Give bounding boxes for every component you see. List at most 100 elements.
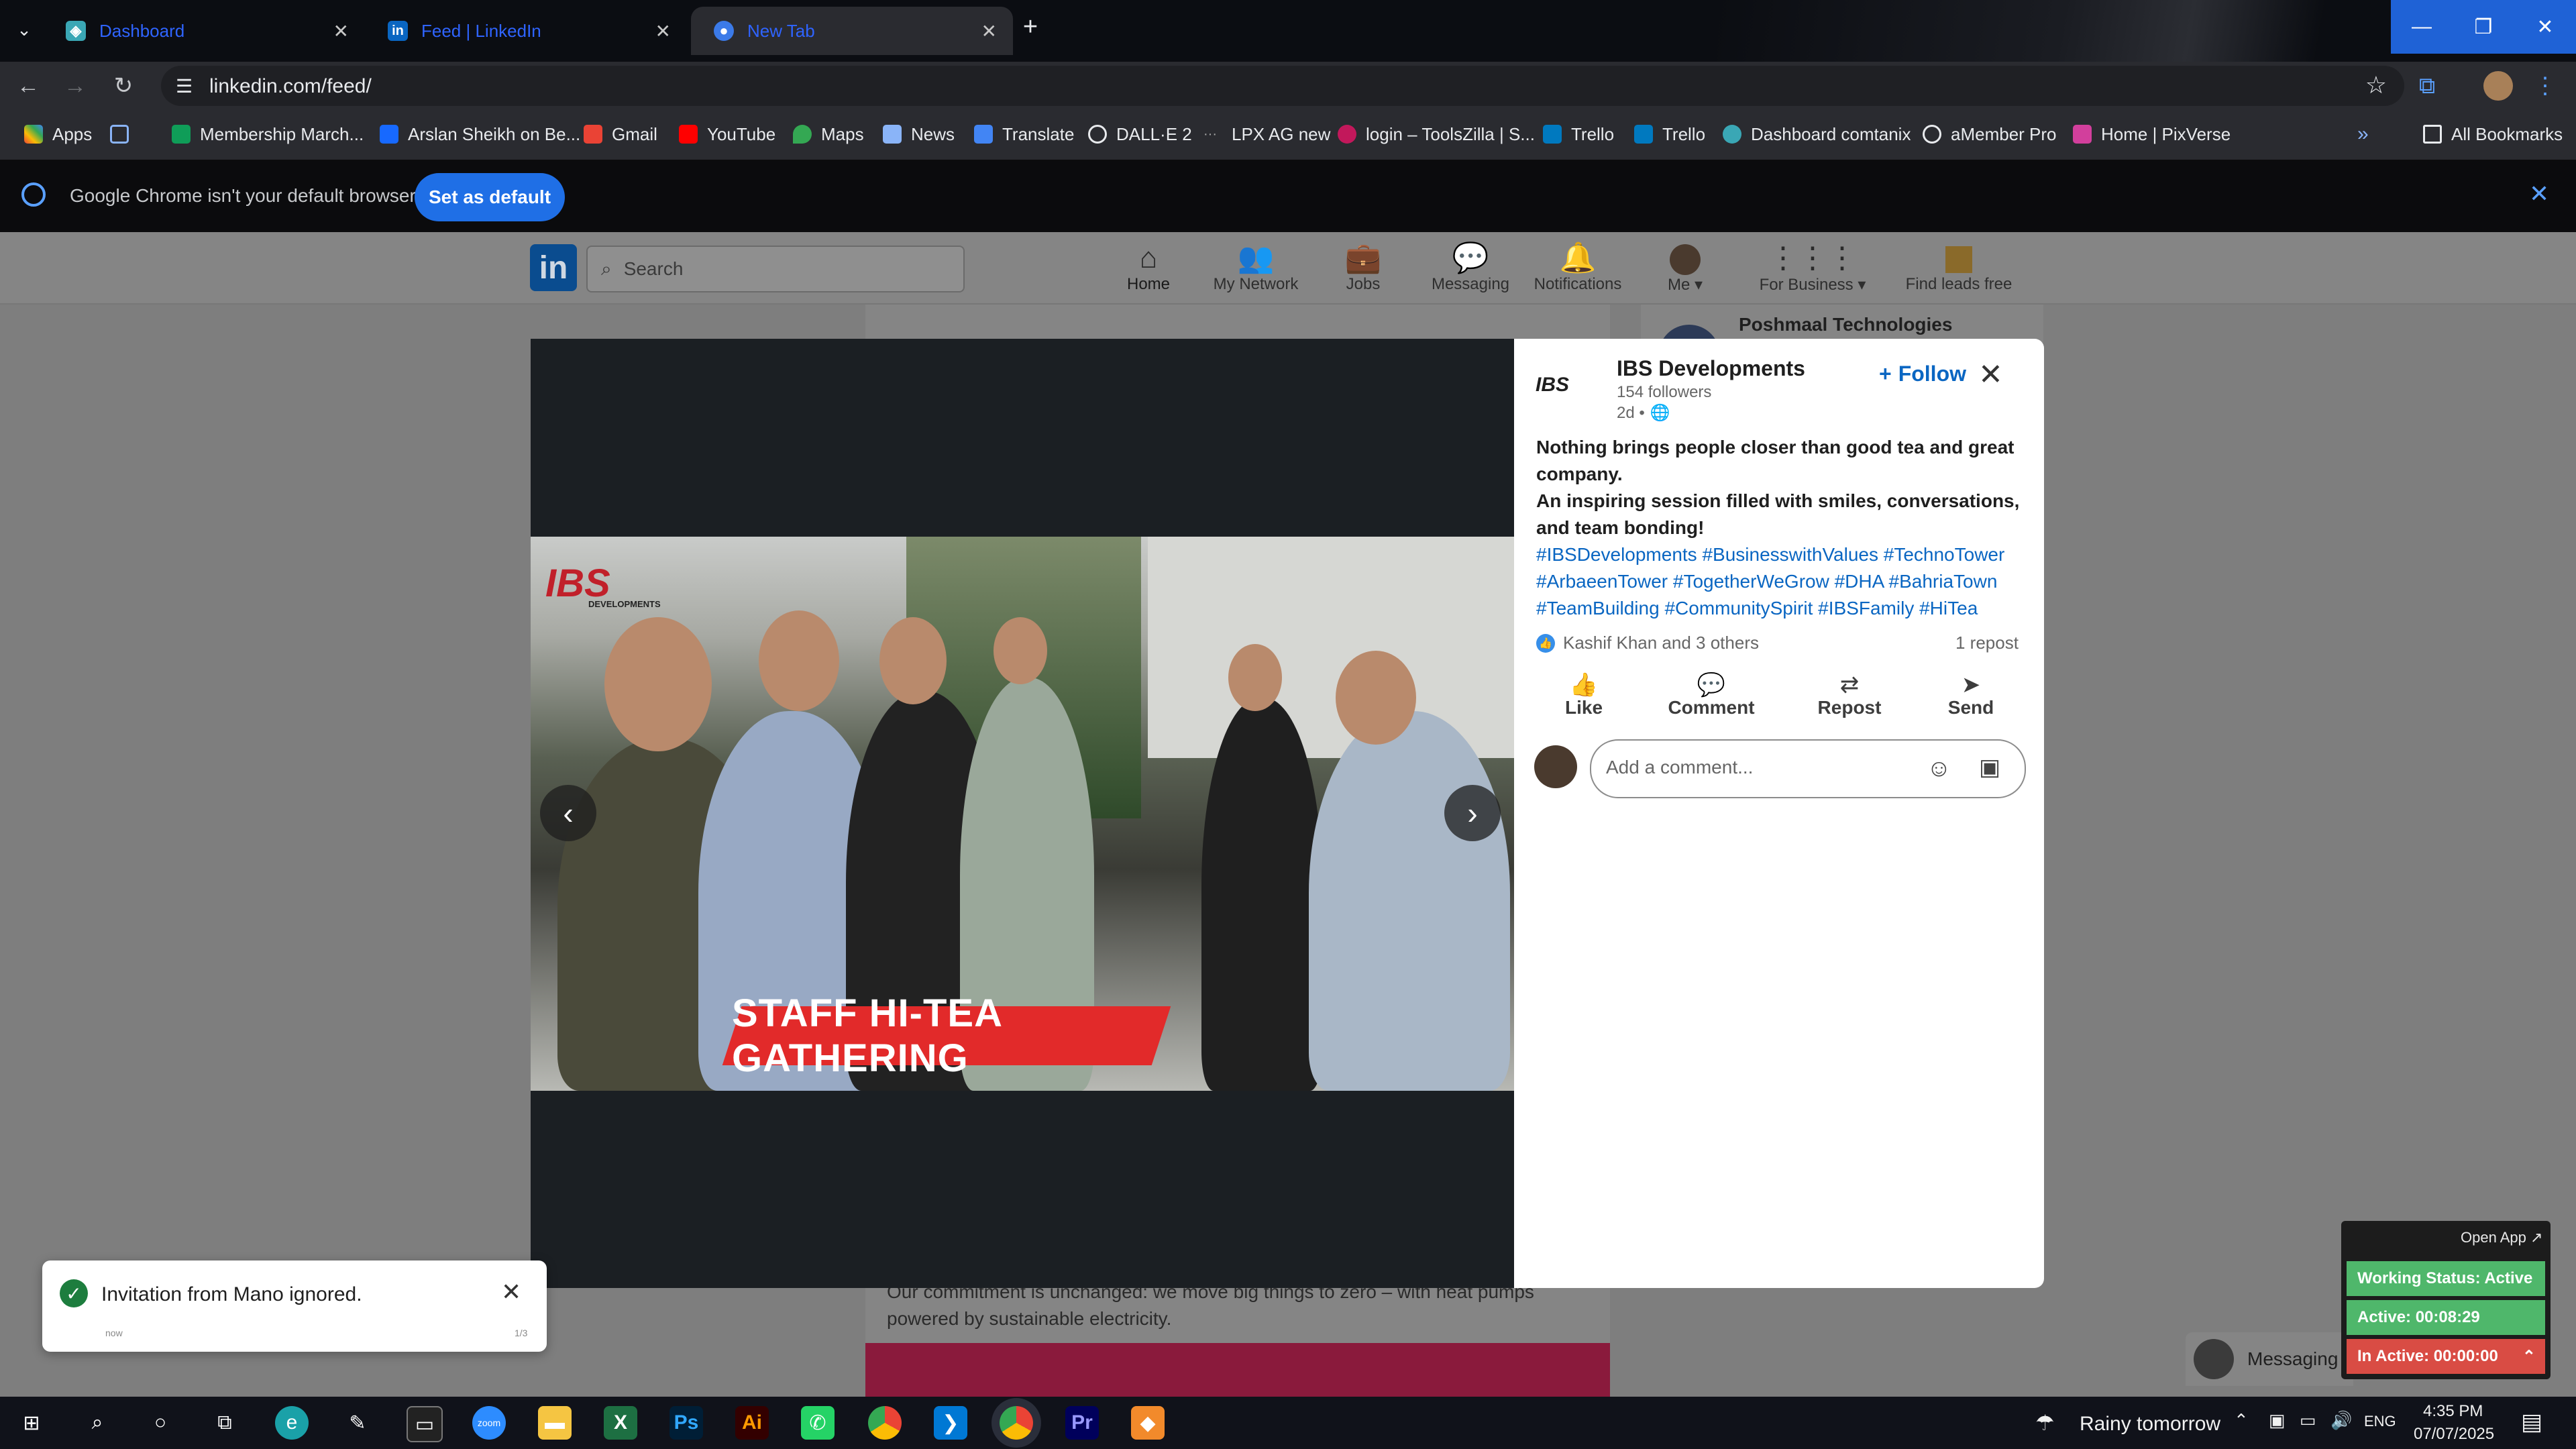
follow-button[interactable]: + Follow	[1879, 362, 1966, 386]
nav-notifications[interactable]: 🔔 Notifications	[1524, 241, 1631, 294]
tab-search-button[interactable]: ⌄	[9, 15, 39, 44]
bookmark-dalle[interactable]: DALL·E 2	[1088, 121, 1192, 148]
photoshop-icon[interactable]: Ps	[669, 1406, 703, 1440]
vscode-icon[interactable]: ❯	[934, 1406, 967, 1440]
reactions-summary[interactable]: 👍 Kashif Khan and 3 others	[1536, 633, 1759, 653]
comment-input[interactable]: Add a comment... ☺ ▣	[1590, 739, 2026, 798]
chevron-up-icon[interactable]: ⌃	[2234, 1410, 2249, 1431]
hashtag-line[interactable]: #ArbaeenTower #TogetherWeGrow #DHA #Bahr…	[1536, 568, 2033, 595]
bookmark-gmail[interactable]: Gmail	[584, 121, 657, 148]
tab-new-tab[interactable]: ● New Tab ✕	[691, 7, 1013, 55]
terminal-icon[interactable]: ▭	[407, 1406, 443, 1442]
bookmark-behance[interactable]: Arslan Sheikh on Be...	[380, 121, 580, 148]
nav-jobs[interactable]: 💼 Jobs	[1309, 241, 1417, 294]
bookmark-trello-2[interactable]: Trello	[1634, 121, 1705, 148]
nav-home[interactable]: ⌂ Home	[1095, 241, 1202, 307]
volume-icon[interactable]: 🔊	[2330, 1410, 2352, 1431]
close-infobar-icon[interactable]: ✕	[2529, 180, 2549, 208]
new-tab-button[interactable]: +	[1016, 12, 1045, 42]
bookmark-maps[interactable]: Maps	[793, 121, 864, 148]
windows-start-icon[interactable]: ⊞	[15, 1406, 48, 1440]
illustrator-icon[interactable]: Ai	[735, 1406, 769, 1440]
profile-avatar[interactable]	[2482, 70, 2514, 102]
search-input[interactable]: ⌕ Search	[586, 246, 965, 292]
edge-icon[interactable]: e	[275, 1406, 309, 1440]
minimize-button[interactable]: —	[2391, 0, 2453, 54]
close-window-button[interactable]: ✕	[2514, 0, 2576, 54]
messaging-dock[interactable]: Messaging	[2186, 1332, 2353, 1386]
search-icon[interactable]: ⌕	[80, 1406, 114, 1440]
chrome-active-icon[interactable]	[1000, 1406, 1033, 1440]
all-bookmarks[interactable]: All Bookmarks	[2423, 121, 2563, 148]
bookmark-amember[interactable]: aMember Pro	[1923, 121, 2057, 148]
close-tab-icon[interactable]: ✕	[981, 20, 997, 42]
nav-me[interactable]: Me ▾	[1631, 241, 1739, 294]
bookmark-trello-1[interactable]: Trello	[1543, 121, 1614, 148]
close-tab-icon[interactable]: ✕	[333, 20, 349, 42]
forward-button[interactable]: →	[59, 70, 91, 102]
chrome-menu-icon[interactable]: ⋮	[2529, 70, 2561, 102]
bookmark-lpx[interactable]: ··· LPX AG new	[1203, 121, 1330, 148]
site-info-icon[interactable]: ☰	[176, 75, 193, 97]
excel-icon[interactable]: X	[604, 1406, 637, 1440]
bookmark-pixverse[interactable]: Home | PixVerse	[2073, 121, 2231, 148]
close-toast-icon[interactable]: ✕	[501, 1278, 521, 1306]
nav-find-leads[interactable]: Find leads free	[1892, 241, 2026, 294]
company-name[interactable]: Poshmaal Technologies	[1739, 314, 1952, 335]
chrome-icon[interactable]	[868, 1406, 902, 1440]
meet-icon[interactable]: ▣	[2269, 1410, 2286, 1431]
bookmark-membership[interactable]: Membership March...	[172, 121, 364, 148]
premiere-icon[interactable]: Pr	[1065, 1406, 1099, 1440]
clock-date[interactable]: 07/07/2025	[2414, 1425, 2494, 1444]
notification-center-icon[interactable]: ▤	[2521, 1409, 2542, 1436]
bookmark-news[interactable]: News	[883, 121, 955, 148]
pen-icon[interactable]: ✎	[341, 1406, 374, 1440]
bookmark-apps[interactable]: Apps	[24, 121, 92, 148]
send-button[interactable]: ➤ Send	[1917, 672, 2025, 718]
bookmark-youtube[interactable]: YouTube	[679, 121, 775, 148]
image-icon[interactable]: ▣	[1979, 754, 2000, 781]
nav-for-business[interactable]: ⋮⋮⋮ For Business ▾	[1752, 241, 1873, 294]
weather-text[interactable]: Rainy tomorrow	[2080, 1413, 2220, 1436]
task-view-icon[interactable]: ⧉	[208, 1406, 241, 1440]
author-name[interactable]: IBS Developments	[1617, 356, 1805, 381]
emoji-icon[interactable]: ☺	[1927, 754, 1951, 782]
back-button[interactable]: ←	[12, 70, 44, 102]
repost-button[interactable]: ⇄ Repost	[1796, 672, 1903, 718]
close-tab-icon[interactable]: ✕	[655, 20, 671, 42]
zoom-icon[interactable]: zoom	[472, 1406, 506, 1440]
set-as-default-button[interactable]: Set as default	[415, 173, 565, 221]
extensions-icon[interactable]: ⧉	[2411, 70, 2443, 102]
bookmark-toolszilla[interactable]: login – ToolsZilla | S...	[1338, 121, 1535, 148]
open-app-link[interactable]: Open App ↗	[2461, 1229, 2542, 1246]
reload-button[interactable]: ↻	[107, 70, 140, 102]
hashtag-line[interactable]: #IBSDevelopments #BusinesswithValues #Te…	[1536, 541, 2033, 568]
more-bookmarks-icon[interactable]: »	[2357, 121, 2369, 148]
repost-count[interactable]: 1 repost	[1955, 633, 2019, 653]
previous-image-button[interactable]: ‹	[540, 785, 596, 841]
file-explorer-icon[interactable]: ▬	[538, 1406, 572, 1440]
tab-linkedin[interactable]: in Feed | LinkedIn ✕	[365, 7, 687, 55]
nav-my-network[interactable]: 👥 My Network	[1202, 241, 1309, 294]
app-icon[interactable]: ◆	[1131, 1406, 1165, 1440]
like-button[interactable]: 👍 Like	[1530, 672, 1638, 718]
linkedin-logo[interactable]: in	[530, 244, 577, 291]
weather-icon[interactable]: ☂	[2035, 1410, 2055, 1436]
nav-messaging[interactable]: 💬 Messaging	[1417, 241, 1524, 294]
network-icon[interactable]: ▭	[2300, 1410, 2316, 1431]
next-image-button[interactable]: ›	[1444, 785, 1501, 841]
tab-dashboard[interactable]: ◈ Dashboard ✕	[43, 7, 365, 55]
bookmark-tab-groups[interactable]	[110, 121, 138, 148]
bookmark-translate[interactable]: Translate	[974, 121, 1074, 148]
comment-button[interactable]: 💬 Comment	[1658, 672, 1765, 718]
close-modal-icon[interactable]: ✕	[1978, 358, 2003, 392]
address-bar[interactable]: ☰ linkedin.com/feed/ ☆	[161, 66, 2404, 106]
author-logo[interactable]: IBS	[1536, 374, 1569, 396]
language-indicator[interactable]: ENG	[2364, 1413, 2396, 1430]
phone-icon[interactable]: ✆	[801, 1406, 835, 1440]
bookmark-dashboard-comtanix[interactable]: Dashboard comtanix	[1723, 121, 1911, 148]
cortana-icon[interactable]: ○	[144, 1406, 177, 1440]
restore-button[interactable]: ❐	[2453, 0, 2514, 54]
hashtag-line[interactable]: #TeamBuilding #CommunitySpirit #IBSFamil…	[1536, 595, 2033, 622]
clock-time[interactable]: 4:35 PM	[2423, 1402, 2483, 1421]
